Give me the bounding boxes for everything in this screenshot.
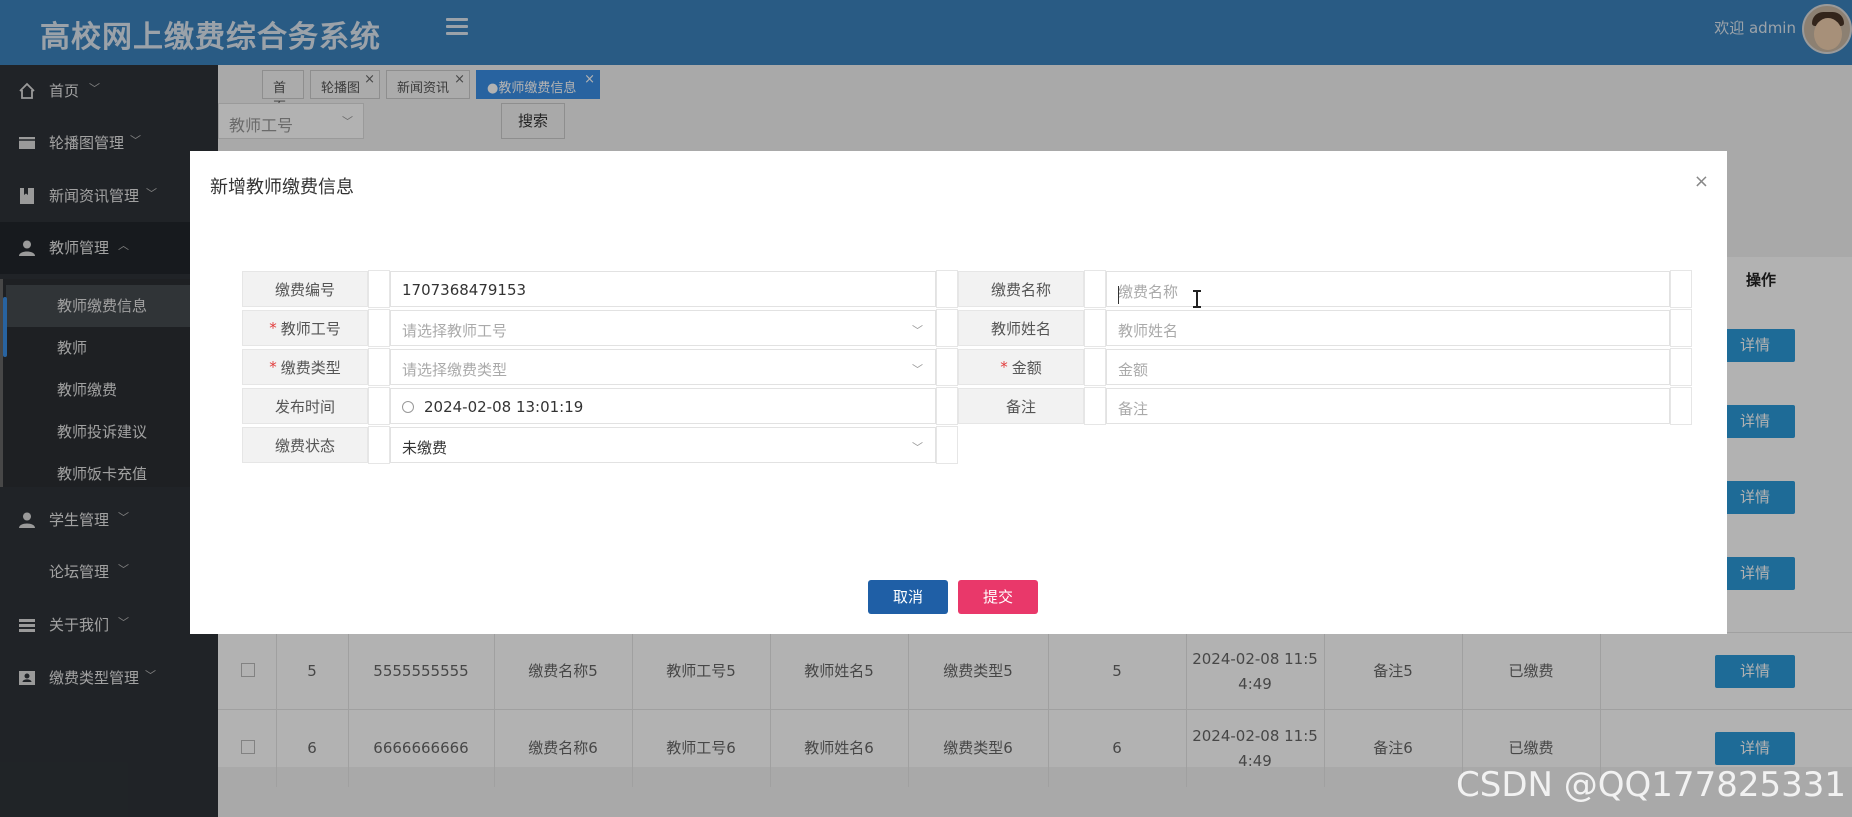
select-placeholder: 请选择缴费类型 bbox=[402, 361, 508, 379]
cell-gap bbox=[368, 270, 390, 308]
chevron-down-icon: ﹀ bbox=[912, 363, 923, 376]
cell-gap bbox=[368, 348, 390, 386]
cell-gap bbox=[1670, 387, 1692, 425]
amount-input[interactable]: 金额 bbox=[1106, 349, 1670, 385]
label-teacher-name: 教师姓名 bbox=[958, 310, 1084, 346]
add-teacher-fee-modal: 新增教师缴费信息 × 缴费编号 1707368479153 * 教师工号 请选择教… bbox=[190, 151, 1727, 634]
cell-gap bbox=[1084, 309, 1106, 347]
label-text: 金额 bbox=[1011, 358, 1042, 377]
ibeam-cursor-icon bbox=[1193, 289, 1201, 309]
label-fee-status: 缴费状态 bbox=[242, 427, 368, 463]
cell-gap bbox=[368, 309, 390, 347]
label-text: 备注 bbox=[1005, 397, 1036, 416]
cancel-button[interactable]: 取消 bbox=[868, 580, 948, 614]
cell-gap bbox=[368, 387, 390, 425]
cell-gap bbox=[936, 270, 958, 308]
cell-gap bbox=[368, 426, 390, 464]
cell-gap bbox=[1084, 270, 1106, 308]
teacher-no-select[interactable]: 请选择教师工号 ﹀ bbox=[390, 310, 936, 346]
cell-gap bbox=[1670, 270, 1692, 308]
label-text: 发布时间 bbox=[274, 397, 335, 416]
chevron-down-icon: ﹀ bbox=[912, 324, 923, 337]
label-amount: * 金额 bbox=[958, 349, 1084, 385]
label-remark: 备注 bbox=[958, 388, 1084, 424]
label-text: 缴费编号 bbox=[274, 280, 335, 299]
chevron-down-icon: ﹀ bbox=[912, 441, 923, 454]
submit-button[interactable]: 提交 bbox=[958, 580, 1038, 614]
cell-gap bbox=[1670, 309, 1692, 347]
fee-no-field[interactable]: 1707368479153 bbox=[390, 271, 936, 307]
cell-gap bbox=[936, 348, 958, 386]
teacher-name-input[interactable]: 教师姓名 bbox=[1106, 310, 1670, 346]
label-fee-type: * 缴费类型 bbox=[242, 349, 368, 385]
select-value: 未缴费 bbox=[402, 439, 448, 457]
label-text: 教师工号 bbox=[280, 319, 341, 338]
cell-gap bbox=[1670, 348, 1692, 386]
label-fee-no: 缴费编号 bbox=[242, 271, 368, 307]
close-icon[interactable]: × bbox=[1694, 171, 1709, 192]
clock-icon bbox=[402, 401, 414, 413]
cell-gap bbox=[936, 426, 958, 464]
fee-type-select[interactable]: 请选择缴费类型 ﹀ bbox=[390, 349, 936, 385]
modal-title: 新增教师缴费信息 bbox=[210, 177, 354, 198]
label-text: 教师姓名 bbox=[990, 319, 1051, 338]
text-caret bbox=[1118, 286, 1119, 304]
watermark: CSDN @QQ177825331 bbox=[1456, 765, 1846, 805]
cell-gap bbox=[936, 387, 958, 425]
label-fee-name: 缴费名称 bbox=[958, 271, 1084, 307]
remark-input[interactable]: 备注 bbox=[1106, 388, 1670, 424]
label-text: 缴费状态 bbox=[274, 436, 335, 455]
cell-gap bbox=[1084, 387, 1106, 425]
publish-time-value: 2024-02-08 13:01:19 bbox=[424, 398, 584, 416]
fee-name-input[interactable]: 缴费名称 bbox=[1106, 271, 1670, 307]
label-text: 缴费类型 bbox=[280, 358, 341, 377]
cell-gap bbox=[936, 309, 958, 347]
publish-time-picker[interactable]: 2024-02-08 13:01:19 bbox=[390, 388, 936, 424]
select-placeholder: 请选择教师工号 bbox=[402, 322, 508, 340]
fee-status-select[interactable]: 未缴费 ﹀ bbox=[390, 427, 936, 463]
label-teacher-no: * 教师工号 bbox=[242, 310, 368, 346]
cell-gap bbox=[1084, 348, 1106, 386]
label-text: 缴费名称 bbox=[990, 280, 1051, 299]
label-publish-time: 发布时间 bbox=[242, 388, 368, 424]
